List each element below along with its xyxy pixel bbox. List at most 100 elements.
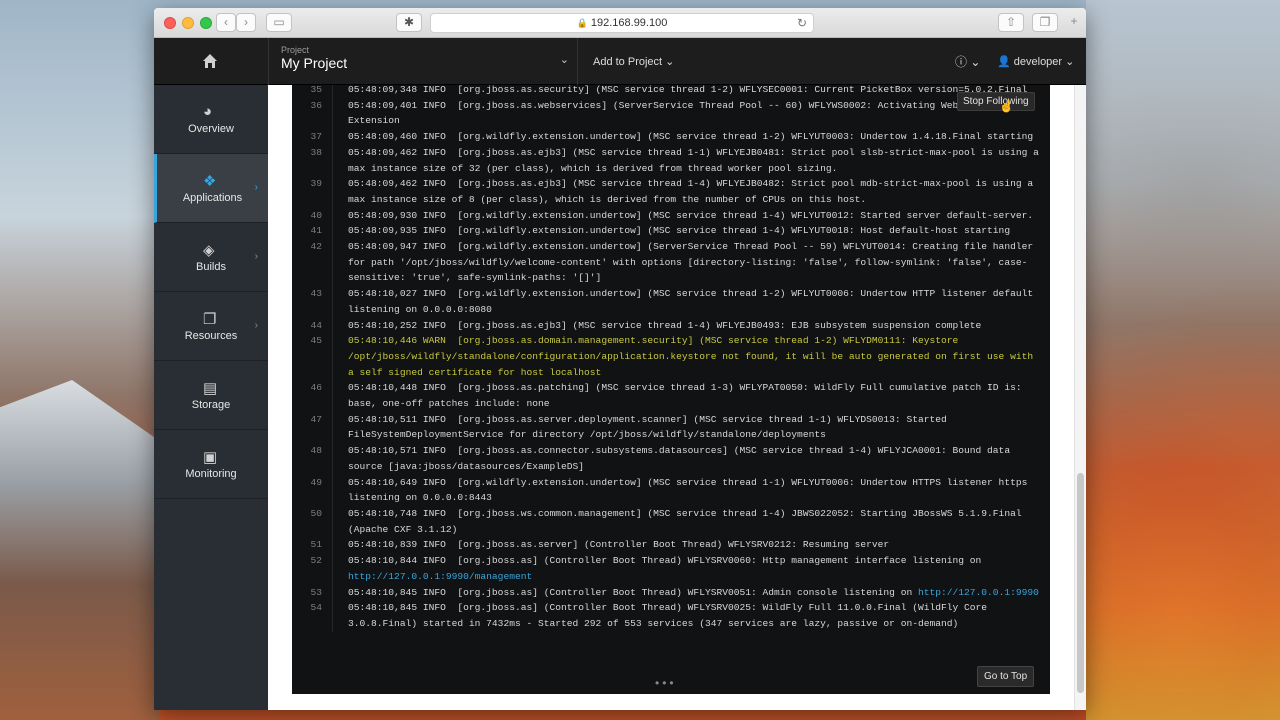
log-line-text: 05:48:09,462 INFO [org.jboss.as.ejb3] (M…	[332, 176, 1050, 208]
sidebar-item-label: Applications	[182, 192, 243, 204]
log-line-number: 35	[310, 85, 322, 95]
browser-window: ‹ › ▭ ✱ 🔒 192.168.99.100 ↻ ⇧ ❐ + Project …	[154, 8, 1086, 710]
log-message: 05:48:10,446 WARN [org.jboss.as.domain.m…	[348, 335, 1039, 378]
log-line-number: 53	[310, 586, 322, 598]
reload-icon[interactable]: ↻	[797, 14, 807, 32]
log-message: 05:48:09,930 INFO [org.wildfly.extension…	[348, 209, 1034, 221]
layers-icon: ◈	[203, 242, 215, 259]
sidebar-item-label: Overview	[188, 123, 234, 135]
stop-following-button[interactable]: Stop Following	[957, 92, 1035, 111]
share-icon[interactable]: ⇧	[998, 13, 1024, 32]
log-line-number: 48	[310, 445, 322, 457]
scrollbar-thumb[interactable]	[1077, 473, 1084, 693]
address-bar[interactable]: 🔒 192.168.99.100 ↻	[430, 13, 814, 33]
sidebar-item-monitoring[interactable]: ▣ Monitoring	[154, 430, 268, 499]
log-line-text: 05:48:10,845 INFO [org.jboss.as] (Contro…	[332, 600, 1050, 632]
project-name: My Project	[281, 55, 348, 71]
log-line-number: 54	[310, 602, 322, 614]
chevron-down-icon: ⌄	[559, 54, 569, 66]
log-line: 38 05:48:09,462 INFO [org.jboss.as.ejb3] …	[292, 144, 1050, 177]
log-line: 37 05:48:09,460 INFO [org.wildfly.extensi…	[292, 129, 1050, 145]
log-line-text: 05:48:10,649 INFO [org.wildfly.extension…	[332, 474, 1050, 506]
log-line-text: 05:48:09,460 INFO [org.wildfly.extension…	[332, 129, 1050, 145]
tabs-overview-icon[interactable]: ❐	[1032, 13, 1058, 32]
log-line-text: 05:48:10,571 INFO [org.jboss.as.connecto…	[332, 443, 1050, 475]
scrollbar[interactable]	[1074, 85, 1086, 710]
log-line-text: 05:48:10,748 INFO [org.jboss.ws.common.m…	[332, 505, 1050, 538]
log-line: 52 05:48:10,844 INFO [org.jboss.as] (Cont…	[292, 553, 1050, 585]
back-button[interactable]: ‹	[216, 13, 236, 32]
sidebar-item-applications[interactable]: ❖ Applications ›	[154, 154, 268, 223]
log-line-text: 05:48:09,947 INFO [org.wildfly.extension…	[332, 239, 1050, 287]
log-link[interactable]: http://127.0.0.1:9990/management	[348, 571, 532, 582]
minimize-window-button[interactable]	[182, 17, 194, 29]
log-line-number: 36	[310, 99, 322, 111]
desktop-wallpaper-right	[1086, 0, 1280, 720]
log-line-number: 41	[310, 225, 322, 237]
log-line: 51 05:48:10,839 INFO [org.jboss.as.server…	[292, 537, 1050, 554]
log-line: 40 05:48:09,930 INFO [org.wildfly.extensi…	[292, 207, 1050, 224]
user-menu[interactable]: 👤 developer ⌄	[997, 55, 1074, 68]
home-icon[interactable]	[202, 52, 218, 70]
go-to-top-button[interactable]: Go to Top	[977, 666, 1035, 687]
log-line: 41 05:48:09,935 INFO [org.wildfly.extensi…	[292, 223, 1050, 240]
log-line-number: 42	[310, 241, 322, 253]
log-link[interactable]: http://127.0.0.1:9990	[918, 587, 1039, 598]
sidebar-item-builds[interactable]: ◈ Builds ›	[154, 223, 268, 292]
sidebar-toggle-icon[interactable]: ▭	[266, 13, 292, 32]
url-text: 192.168.99.100	[590, 17, 668, 29]
log-line-number: 51	[310, 539, 322, 551]
log-line-text: 05:48:09,935 INFO [org.wildfly.extension…	[332, 223, 1050, 240]
sidebar: ◕ Overview ❖ Applications › ◈ Builds › ❐…	[154, 85, 268, 710]
log-line: 46 05:48:10,448 INFO [org.jboss.as.patchi…	[292, 380, 1050, 412]
forward-button[interactable]: ›	[236, 13, 256, 32]
log-line-text: 05:48:10,448 INFO [org.jboss.as.patching…	[332, 380, 1050, 412]
log-line-number: 49	[310, 476, 322, 488]
log-line-number: 47	[310, 413, 322, 425]
user-icon: 👤	[997, 56, 1011, 68]
add-to-project-menu[interactable]: Add to Project ⌄	[593, 55, 674, 68]
log-message: 05:48:09,348 INFO [org.jboss.as.security…	[348, 85, 1028, 95]
chevron-right-icon: ›	[254, 320, 258, 331]
log-line: 49 05:48:10,649 INFO [org.wildfly.extensi…	[292, 474, 1050, 506]
log-message: 05:48:10,839 INFO [org.jboss.as.server] …	[348, 539, 890, 551]
log-line-text: 05:48:10,511 INFO [org.jboss.as.server.d…	[332, 411, 1050, 444]
extension-icon[interactable]: ✱	[396, 13, 422, 32]
close-window-button[interactable]	[164, 17, 176, 29]
log-line-text: 05:48:09,462 INFO [org.jboss.as.ejb3] (M…	[332, 144, 1050, 177]
log-viewer[interactable]: 35 05:48:09,348 INFO [org.jboss.as.securi…	[292, 85, 1050, 694]
mouse-cursor-icon: ☝	[999, 99, 1014, 113]
project-caption: Project	[281, 45, 310, 55]
sidebar-item-storage[interactable]: ▤ Storage	[154, 361, 268, 430]
username: developer	[1013, 56, 1063, 68]
log-message: 05:48:10,511 INFO [org.jboss.as.server.d…	[348, 413, 953, 441]
new-tab-button[interactable]: +	[1064, 13, 1084, 32]
log-line-number: 38	[310, 146, 322, 158]
log-line-text: 05:48:10,027 INFO [org.wildfly.extension…	[332, 286, 1050, 318]
log-message: 05:48:09,401 INFO [org.jboss.as.webservi…	[348, 99, 1004, 127]
sidebar-item-resources[interactable]: ❐ Resources ›	[154, 292, 268, 361]
help-icon[interactable]: ⓘ ⌄	[955, 53, 980, 70]
log-line: 43 05:48:10,027 INFO [org.wildfly.extensi…	[292, 286, 1050, 318]
zoom-window-button[interactable]	[200, 17, 212, 29]
sidebar-item-overview[interactable]: ◕ Overview	[154, 85, 268, 154]
log-line-text: 05:48:09,930 INFO [org.wildfly.extension…	[332, 207, 1050, 224]
dashboard-icon: ◕	[203, 103, 213, 120]
log-line-number: 46	[310, 382, 322, 394]
project-selector[interactable]: Project My Project ⌄	[268, 38, 578, 85]
chevron-right-icon: ›	[254, 251, 258, 262]
log-line: 36 05:48:09,401 INFO [org.jboss.as.webser…	[292, 97, 1050, 130]
log-message: 05:48:10,571 INFO [org.jboss.as.connecto…	[348, 445, 1016, 472]
log-line: 53 05:48:10,845 INFO [org.jboss.as] (Cont…	[292, 584, 1050, 601]
log-lines: 35 05:48:09,348 INFO [org.jboss.as.securi…	[292, 85, 1050, 632]
log-message: 05:48:10,649 INFO [org.wildfly.extension…	[348, 476, 1034, 504]
log-line: 48 05:48:10,571 INFO [org.jboss.as.connec…	[292, 443, 1050, 475]
log-line: 54 05:48:10,845 INFO [org.jboss.as] (Cont…	[292, 600, 1050, 632]
loading-dots-icon: •••	[655, 676, 677, 690]
sidebar-item-label: Builds	[196, 261, 226, 273]
log-line-number: 45	[310, 335, 322, 347]
storage-icon: ▤	[203, 380, 218, 397]
log-line: 50 05:48:10,748 INFO [org.jboss.ws.common…	[292, 505, 1050, 538]
log-line-text: 05:48:10,844 INFO [org.jboss.as] (Contro…	[332, 553, 1050, 585]
log-line-number: 44	[310, 319, 322, 331]
